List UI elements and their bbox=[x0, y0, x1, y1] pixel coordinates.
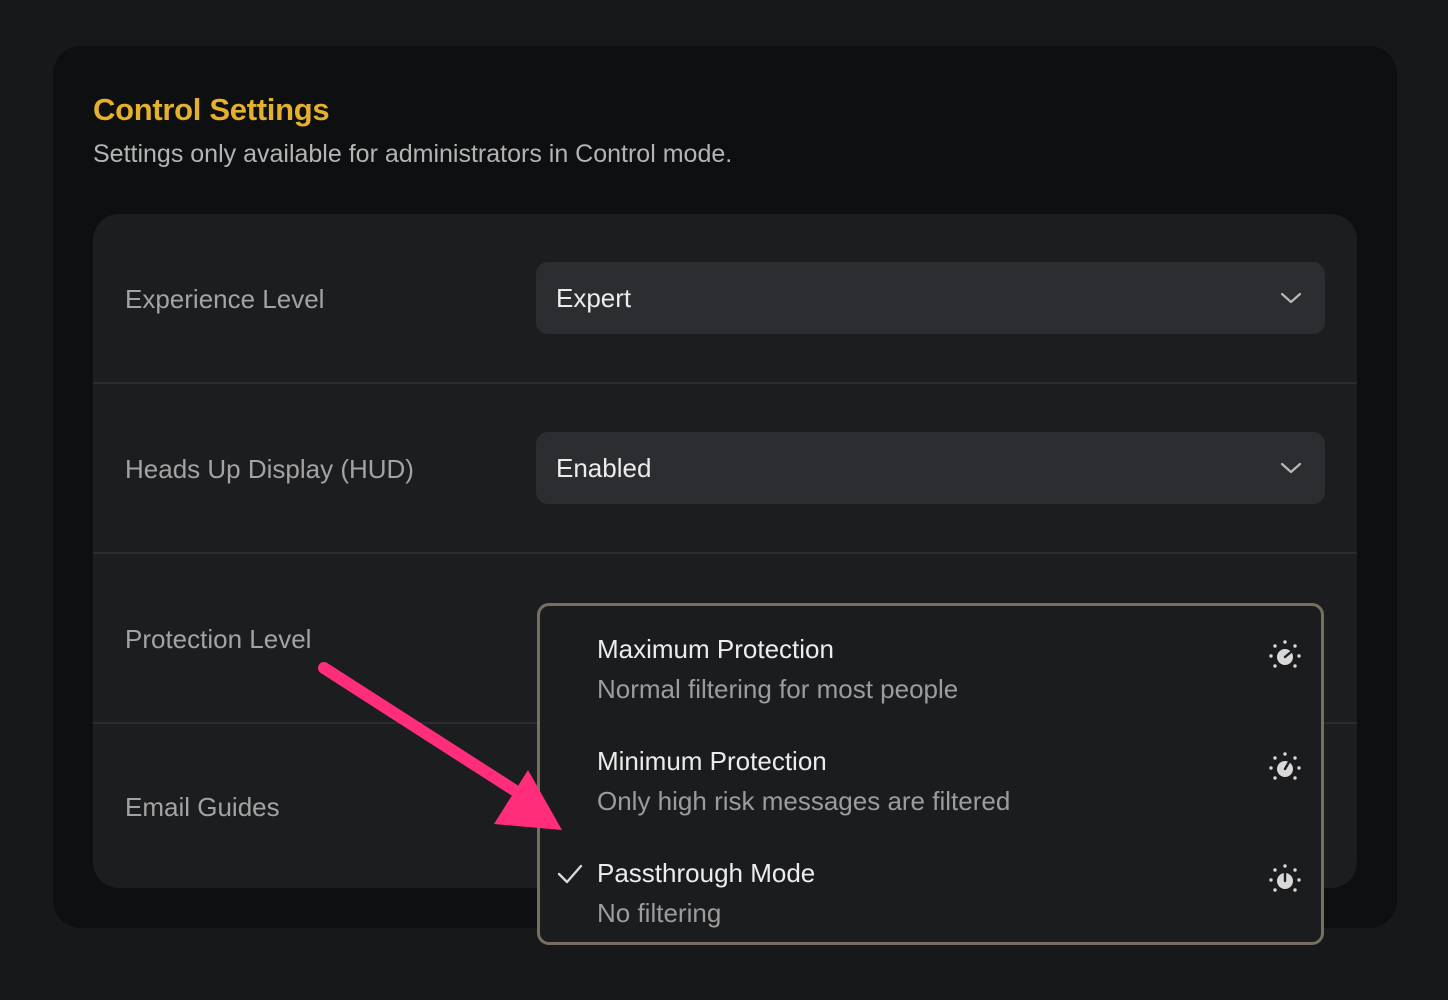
option-minimum-protection[interactable]: Minimum Protection Only high risk messag… bbox=[540, 724, 1321, 832]
experience-level-select[interactable]: Expert bbox=[536, 262, 1325, 334]
checkmark-icon bbox=[557, 864, 583, 884]
option-description: No filtering bbox=[597, 898, 722, 928]
email-guides-label: Email Guides bbox=[125, 792, 280, 822]
option-description: Normal filtering for most people bbox=[597, 674, 959, 704]
option-title: Maximum Protection bbox=[597, 634, 834, 664]
chevron-down-icon bbox=[1280, 462, 1302, 474]
experience-level-value: Expert bbox=[556, 283, 632, 313]
option-title: Passthrough Mode bbox=[597, 858, 816, 888]
protection-level-label: Protection Level bbox=[125, 624, 312, 654]
hud-label: Heads Up Display (HUD) bbox=[125, 454, 414, 484]
option-title: Minimum Protection bbox=[597, 746, 827, 776]
gauge-off-icon bbox=[1269, 864, 1301, 892]
experience-level-label: Experience Level bbox=[125, 284, 325, 314]
option-maximum-protection[interactable]: Maximum Protection Normal filtering for … bbox=[540, 612, 1321, 720]
gauge-min-icon bbox=[1269, 752, 1301, 780]
hud-select[interactable]: Enabled bbox=[536, 432, 1325, 504]
panel-title: Control Settings bbox=[93, 92, 330, 127]
setting-row-experience-level: Experience Level Expert bbox=[93, 214, 1357, 384]
option-passthrough-mode[interactable]: Passthrough Mode No filtering bbox=[540, 836, 1321, 944]
setting-row-hud: Heads Up Display (HUD) Enabled bbox=[93, 384, 1357, 554]
chevron-down-icon bbox=[1280, 292, 1302, 304]
hud-value: Enabled bbox=[556, 453, 652, 483]
gauge-max-icon bbox=[1269, 640, 1301, 668]
protection-level-dropdown[interactable]: Maximum Protection Normal filtering for … bbox=[537, 603, 1324, 945]
option-description: Only high risk messages are filtered bbox=[597, 786, 1011, 816]
panel-subtitle: Settings only available for administrato… bbox=[93, 140, 733, 168]
